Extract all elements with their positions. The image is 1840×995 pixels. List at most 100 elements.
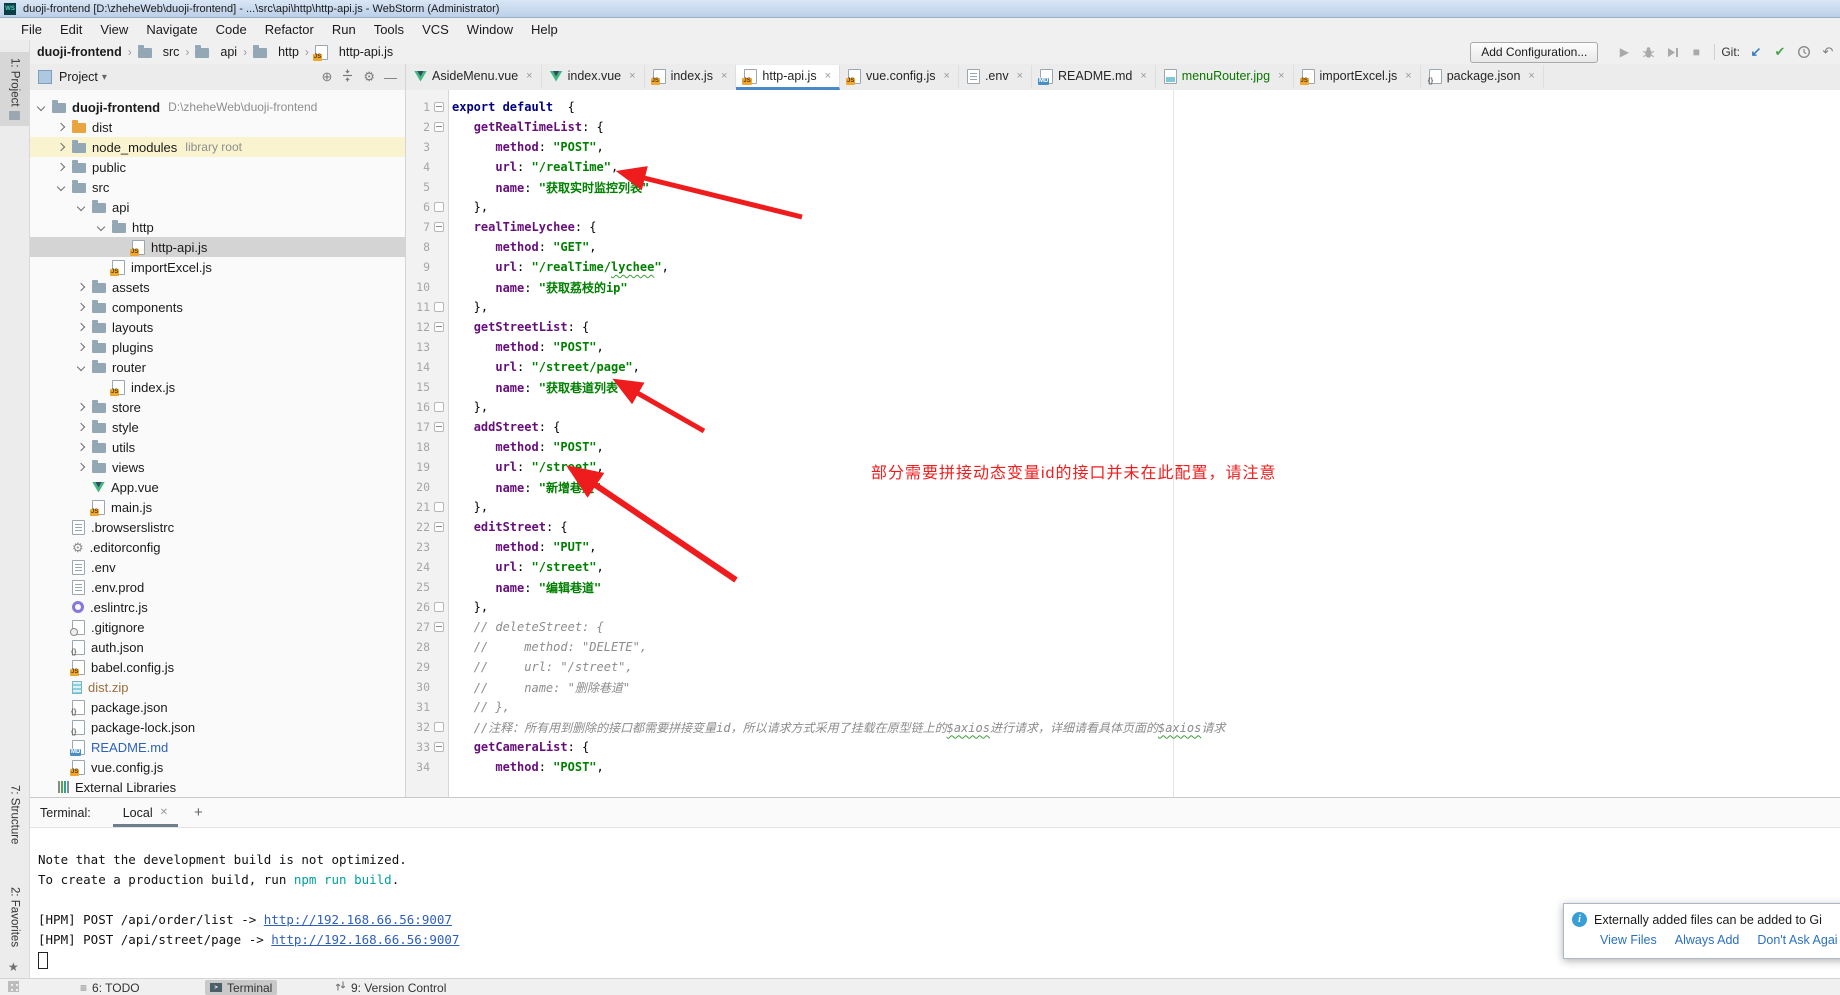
- chevron-right-icon[interactable]: [77, 403, 86, 412]
- tree-row[interactable]: .browserslistrc: [30, 517, 405, 537]
- hide-panel-icon[interactable]: —: [384, 70, 397, 85]
- editor-tab[interactable]: .env×: [959, 65, 1032, 90]
- chevron-down-icon[interactable]: [97, 223, 106, 232]
- chevron-down-icon[interactable]: ▾: [102, 72, 107, 83]
- close-icon[interactable]: ×: [526, 70, 532, 82]
- menu-item-view[interactable]: View: [91, 22, 137, 37]
- chevron-down-icon[interactable]: [57, 183, 66, 192]
- terminal-link[interactable]: http://192.168.66.56:9007: [264, 912, 452, 927]
- git-update-icon[interactable]: ↙: [1744, 44, 1768, 60]
- git-commit-icon[interactable]: ✔: [1768, 44, 1792, 60]
- chevron-right-icon[interactable]: [57, 143, 66, 152]
- chevron-right-icon[interactable]: [77, 463, 86, 472]
- notification-link[interactable]: Always Add: [1675, 933, 1740, 947]
- tree-row[interactable]: public: [30, 157, 405, 177]
- tree-row[interactable]: node_moduleslibrary root: [30, 137, 405, 157]
- fold-marker[interactable]: [430, 222, 448, 232]
- close-icon[interactable]: ×: [825, 70, 831, 82]
- close-icon[interactable]: ×: [1140, 70, 1146, 82]
- tree-row[interactable]: ⚙.editorconfig: [30, 537, 405, 557]
- tree-row[interactable]: JSmain.js: [30, 497, 405, 517]
- fold-marker[interactable]: [430, 202, 448, 212]
- tree-row[interactable]: .env.prod: [30, 577, 405, 597]
- menu-item-run[interactable]: Run: [323, 22, 365, 37]
- menu-item-window[interactable]: Window: [458, 22, 522, 37]
- chevron-down-icon[interactable]: [37, 103, 46, 112]
- breadcrumb-item[interactable]: JShttp-api.js: [315, 45, 393, 60]
- tree-row[interactable]: .eslintrc.js: [30, 597, 405, 617]
- add-configuration-button[interactable]: Add Configuration...: [1470, 42, 1598, 63]
- close-icon[interactable]: ×: [944, 70, 950, 82]
- tree-row[interactable]: duoji-frontendD:\zheheWeb\duoji-frontend: [30, 97, 405, 117]
- tree-row[interactable]: {}auth.json: [30, 637, 405, 657]
- menu-item-code[interactable]: Code: [207, 22, 256, 37]
- tree-row[interactable]: JShttp-api.js: [30, 237, 405, 257]
- tree-row[interactable]: plugins: [30, 337, 405, 357]
- menu-item-help[interactable]: Help: [522, 22, 567, 37]
- chevron-down-icon[interactable]: [77, 363, 86, 372]
- fold-marker[interactable]: [430, 402, 448, 412]
- stripe-tab-project[interactable]: 1: Project: [0, 52, 29, 126]
- stripe-tab-favorites[interactable]: 2: Favorites: [0, 887, 29, 947]
- tree-row[interactable]: assets: [30, 277, 405, 297]
- tree-row[interactable]: store: [30, 397, 405, 417]
- collapse-all-icon[interactable]: [341, 69, 354, 85]
- menu-item-refactor[interactable]: Refactor: [256, 22, 323, 37]
- gear-icon[interactable]: ⚙: [363, 69, 375, 85]
- tree-row[interactable]: {}package.json: [30, 697, 405, 717]
- statusbar-item-vcs[interactable]: 9: Version Control: [330, 980, 451, 995]
- breadcrumb-item[interactable]: api: [195, 45, 237, 59]
- menu-item-vcs[interactable]: VCS: [413, 22, 458, 37]
- tree-row[interactable]: External Libraries: [30, 777, 405, 797]
- tree-row[interactable]: utils: [30, 437, 405, 457]
- run-icon[interactable]: ▶: [1612, 45, 1636, 59]
- tree-row[interactable]: .gitignore: [30, 617, 405, 637]
- fold-marker[interactable]: [430, 622, 448, 632]
- close-icon[interactable]: ×: [629, 70, 635, 82]
- tree-row[interactable]: dist: [30, 117, 405, 137]
- tree-row[interactable]: .env: [30, 557, 405, 577]
- code-editor[interactable]: 1export default {2 getRealTimeList: {3 m…: [405, 90, 1840, 797]
- chevron-right-icon[interactable]: [77, 423, 86, 432]
- editor-tab[interactable]: JShttp-api.js×: [736, 65, 840, 90]
- history-clock-icon[interactable]: [1792, 45, 1816, 59]
- close-icon[interactable]: ×: [1405, 70, 1411, 82]
- menu-item-tools[interactable]: Tools: [365, 22, 413, 37]
- editor-tab[interactable]: JSvue.config.js×: [840, 65, 959, 90]
- fold-marker[interactable]: [430, 122, 448, 132]
- tree-row[interactable]: router: [30, 357, 405, 377]
- chevron-right-icon[interactable]: [57, 163, 66, 172]
- close-icon[interactable]: ×: [721, 70, 727, 82]
- chevron-right-icon[interactable]: [77, 303, 86, 312]
- chevron-right-icon[interactable]: [77, 283, 86, 292]
- chevron-right-icon[interactable]: [77, 343, 86, 352]
- editor-tab[interactable]: JSindex.js×: [645, 65, 737, 90]
- editor-tab[interactable]: menuRouter.jpg×: [1156, 65, 1294, 90]
- chevron-down-icon[interactable]: [77, 203, 86, 212]
- notification-link[interactable]: Don't Ask Agai: [1757, 933, 1837, 947]
- fold-marker[interactable]: [430, 522, 448, 532]
- chevron-right-icon[interactable]: [57, 123, 66, 132]
- stop-icon[interactable]: ■: [1684, 45, 1708, 59]
- chevron-right-icon[interactable]: [77, 323, 86, 332]
- fold-marker[interactable]: [430, 322, 448, 332]
- tree-row[interactable]: {}package-lock.json: [30, 717, 405, 737]
- status-grid-icon[interactable]: [8, 981, 19, 992]
- fold-marker[interactable]: [430, 742, 448, 752]
- debug-icon[interactable]: [1636, 46, 1660, 59]
- project-tree[interactable]: duoji-frontendD:\zheheWeb\duoji-frontend…: [30, 90, 405, 797]
- close-icon[interactable]: ×: [1017, 70, 1023, 82]
- tree-row[interactable]: api: [30, 197, 405, 217]
- tree-row[interactable]: components: [30, 297, 405, 317]
- tree-row[interactable]: JSimportExcel.js: [30, 257, 405, 277]
- editor-tab[interactable]: index.vue×: [542, 65, 645, 90]
- tree-row[interactable]: JSindex.js: [30, 377, 405, 397]
- tree-row[interactable]: views: [30, 457, 405, 477]
- chevron-right-icon[interactable]: [77, 443, 86, 452]
- stripe-tab-structure[interactable]: 7: Structure: [0, 785, 29, 844]
- new-terminal-icon[interactable]: +: [194, 804, 203, 821]
- favorites-star-icon[interactable]: ★: [8, 960, 19, 974]
- notification-link[interactable]: View Files: [1600, 933, 1657, 947]
- fold-marker[interactable]: [430, 102, 448, 112]
- statusbar-item-terminal[interactable]: >Terminal: [205, 980, 277, 995]
